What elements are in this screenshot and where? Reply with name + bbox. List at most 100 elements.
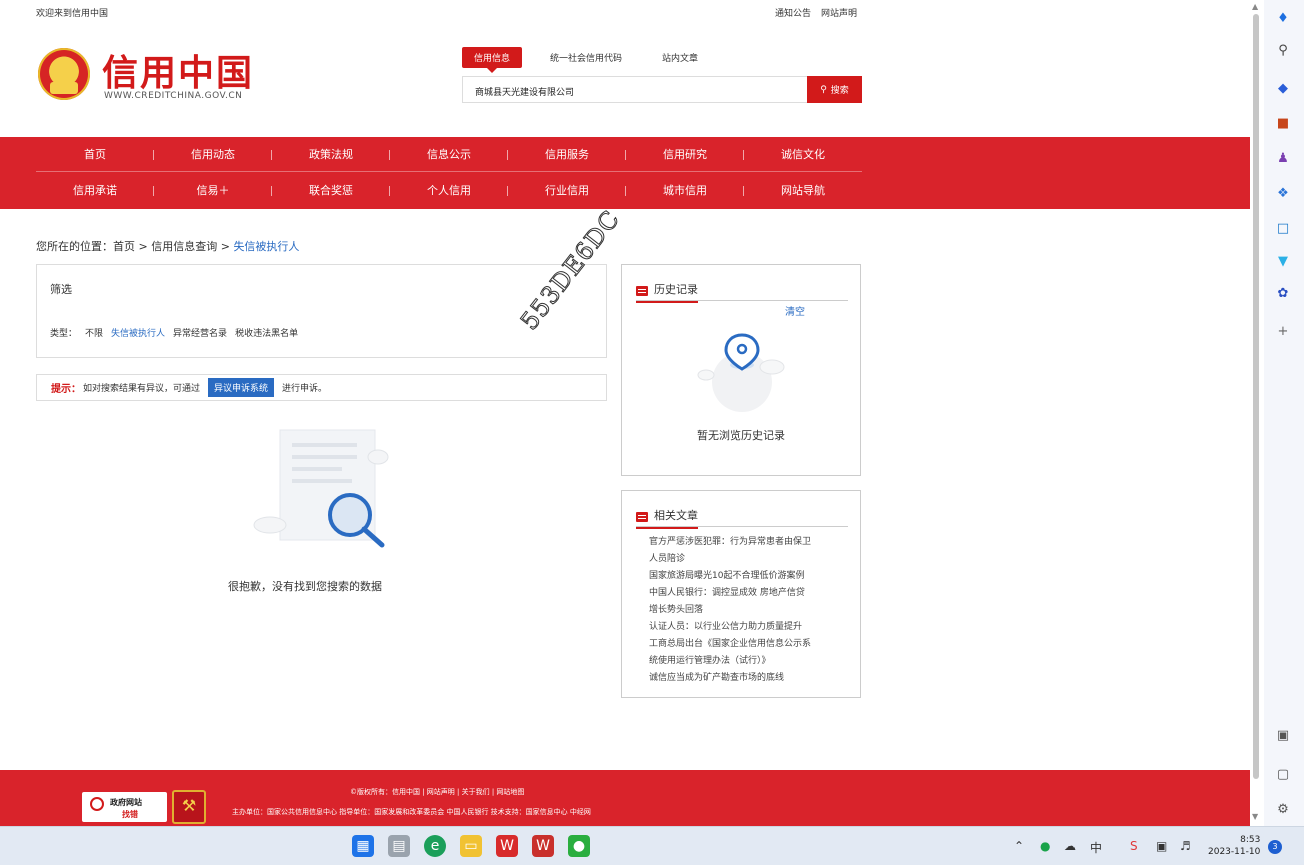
outlook-icon[interactable]: □	[1274, 220, 1292, 238]
baidu-icon[interactable]: ✿	[1274, 285, 1292, 303]
toolbox-icon[interactable]: ■	[1274, 115, 1292, 133]
chevron-up-icon[interactable]: ⌃	[1014, 839, 1024, 853]
article-link[interactable]: 增长势头回落	[649, 602, 849, 619]
breadcrumb-query[interactable]: 信用信息查询	[151, 240, 217, 253]
screenshot-icon[interactable]: ▣	[1274, 727, 1292, 745]
footer-copyright: ©版权所有：信用中国 | 网站声明 | 关于我们 | 网站地图	[350, 788, 525, 796]
nav-item-xinyi-plus[interactable]: 信易＋	[154, 173, 272, 208]
article-link[interactable]: 认证人员：以行业公信力助力质量提升	[649, 619, 849, 636]
tab-credit-info[interactable]: 信用信息	[462, 47, 523, 73]
scroll-down-icon[interactable]: ▼	[1252, 812, 1258, 821]
history-icon	[636, 285, 648, 296]
nav-item-site-nav[interactable]: 网站导航	[744, 173, 862, 208]
nav-item-credit-research[interactable]: 信用研究	[626, 137, 744, 171]
tip-text: 如对搜索结果有异议，可通过	[83, 384, 201, 394]
sogou-icon[interactable]: S	[1130, 839, 1138, 853]
tip-label: 提示：	[51, 384, 81, 395]
settings-gear-icon[interactable]: ⚙	[1274, 801, 1292, 819]
breadcrumb-sep: >	[220, 240, 230, 253]
volume-icon[interactable]: ♬	[1180, 839, 1191, 853]
nav-item-disclosure[interactable]: 信息公示	[390, 137, 508, 171]
notification-badge[interactable]: 3	[1268, 840, 1282, 854]
filter-type-label: 类型：	[50, 329, 78, 339]
article-link[interactable]: 工商总局出台《国家企业信用信息公示系	[649, 636, 849, 653]
search-button-label: 搜索	[830, 86, 849, 96]
windows-start-icon[interactable]: ▦	[352, 835, 374, 857]
tip-bar: 提示： 如对搜索结果有异议，可通过 异议申诉系统 进行申诉。	[36, 374, 607, 401]
scroll-up-icon[interactable]: ▲	[1252, 2, 1258, 11]
nav-item-integrity-culture[interactable]: 诚信文化	[744, 137, 862, 171]
related-articles-panel: 相关文章 官方严惩涉医犯罪：行为异常患者由保卫 人员陪诊 国家旅游局曝光10起不…	[621, 490, 861, 698]
nav-item-personal-credit[interactable]: 个人信用	[390, 173, 508, 208]
search-input[interactable]: 商城县天光建设有限公司	[462, 76, 808, 103]
statement-link[interactable]: 网站声明	[821, 6, 857, 19]
party-govt-badge-icon[interactable]: ⚒	[172, 790, 206, 824]
nav-item-city-credit[interactable]: 城市信用	[626, 173, 744, 208]
article-link[interactable]: 统使用运行管理办法（试行）》	[649, 653, 849, 670]
filter-type-all[interactable]: 不限	[85, 326, 103, 339]
network-icon[interactable]: ▣	[1156, 839, 1167, 853]
file-icon[interactable]: ▤	[388, 835, 410, 857]
nav-item-credit-service[interactable]: 信用服务	[508, 137, 626, 171]
breadcrumb-home[interactable]: 首页	[113, 240, 135, 253]
nav-item-commitment[interactable]: 信用承诺	[36, 173, 154, 208]
filter-type-tax-blacklist[interactable]: 税收违法黑名单	[235, 326, 298, 339]
article-link[interactable]: 诚信应当成为矿产勘查市场的底线	[649, 670, 849, 687]
breadcrumb-current[interactable]: 失信被执行人	[233, 240, 299, 253]
ime-indicator[interactable]: 中	[1090, 839, 1102, 856]
breadcrumb: 您所在的位置：首页 > 信用信息查询 > 失信被执行人	[36, 238, 299, 254]
tab-site-articles[interactable]: 站内文章	[650, 47, 710, 68]
cloud-icon[interactable]: ☁	[1064, 839, 1076, 853]
nav-row-1: 首页 信用动态 政策法规 信息公示 信用服务 信用研究 诚信文化	[36, 137, 862, 172]
gov-site-error-badge[interactable]: 政府网站 找错	[82, 792, 167, 822]
notice-link[interactable]: 通知公告	[775, 6, 811, 19]
tag-icon[interactable]: ◆	[1274, 80, 1292, 98]
filter-type-abnormal[interactable]: 异常经营名录	[173, 326, 227, 339]
related-header: 相关文章	[636, 507, 848, 529]
system-clock[interactable]: 8:53 2023-11-10	[1208, 834, 1260, 858]
browser-sidebar: ♦ ⚲ ◆ ■ ♟ ❖ □ ▼ ✿ + ▣ ▢ ⚙	[1264, 0, 1304, 826]
article-link[interactable]: 中国人民银行：调控显成效 房地产信贷	[649, 585, 849, 602]
history-title: 历史记录	[636, 281, 698, 303]
appeal-system-button[interactable]: 异议申诉系统	[208, 378, 275, 397]
search-button[interactable]: ⚲ 搜索	[807, 76, 862, 103]
security-icon[interactable]: ●	[1040, 839, 1050, 853]
search-icon[interactable]: ⚲	[1274, 42, 1292, 60]
location-pin-icon	[697, 333, 785, 412]
nav-item-credit-news[interactable]: 信用动态	[154, 137, 272, 171]
no-results-message: 很抱歉，没有找到您搜索的数据	[228, 580, 382, 593]
logo-url: WWW.CREDITCHINA.GOV.CN	[104, 91, 243, 101]
nav-item-industry-credit[interactable]: 行业信用	[508, 173, 626, 208]
magnifier-icon	[90, 797, 104, 811]
games-icon[interactable]: ♟	[1274, 150, 1292, 168]
article-link[interactable]: 人员陪诊	[649, 551, 849, 568]
tab-credit-code[interactable]: 统一社会信用代码	[538, 47, 634, 68]
copilot-icon[interactable]: ❖	[1274, 185, 1292, 203]
add-icon[interactable]: +	[1274, 323, 1292, 341]
history-header: 历史记录	[636, 281, 848, 303]
national-emblem-icon	[38, 48, 90, 100]
no-results-illustration-icon	[253, 429, 389, 548]
edge-browser-icon[interactable]: e	[424, 835, 446, 857]
nav-item-home[interactable]: 首页	[36, 137, 154, 171]
sidebar-toggle-icon[interactable]: ▢	[1274, 766, 1292, 784]
clear-history-link[interactable]: 清空	[785, 303, 805, 318]
clock-time: 8:53	[1240, 835, 1261, 845]
breadcrumb-sep: >	[138, 240, 148, 253]
site-logo[interactable]: 信用中国 WWW.CREDITCHINA.GOV.CN	[38, 46, 268, 106]
wechat-icon[interactable]: ●	[568, 835, 590, 857]
nav-item-policy[interactable]: 政策法规	[272, 137, 390, 171]
wps-writer-icon[interactable]: W	[496, 835, 518, 857]
top-links: 通知公告 网站声明	[775, 6, 857, 19]
send-icon[interactable]: ▼	[1274, 253, 1292, 271]
scrollbar-thumb[interactable]	[1253, 14, 1259, 779]
wps-icon[interactable]: W	[532, 835, 554, 857]
file-explorer-icon[interactable]: ▭	[460, 835, 482, 857]
article-link[interactable]: 官方严惩涉医犯罪：行为异常患者由保卫	[649, 534, 849, 551]
browser-page: 欢迎来到信用中国 通知公告 网站声明 信用中国 WWW.CREDITCHINA.…	[0, 0, 1250, 826]
bell-icon[interactable]: ♦	[1274, 10, 1292, 28]
nav-item-joint-rewards[interactable]: 联合奖惩	[272, 173, 390, 208]
article-link[interactable]: 国家旅游局曝光10起不合理低价游案例	[649, 568, 849, 585]
page-scrollbar[interactable]: ▲ ▼	[1250, 0, 1264, 826]
filter-type-dishonest[interactable]: 失信被执行人	[111, 326, 165, 339]
